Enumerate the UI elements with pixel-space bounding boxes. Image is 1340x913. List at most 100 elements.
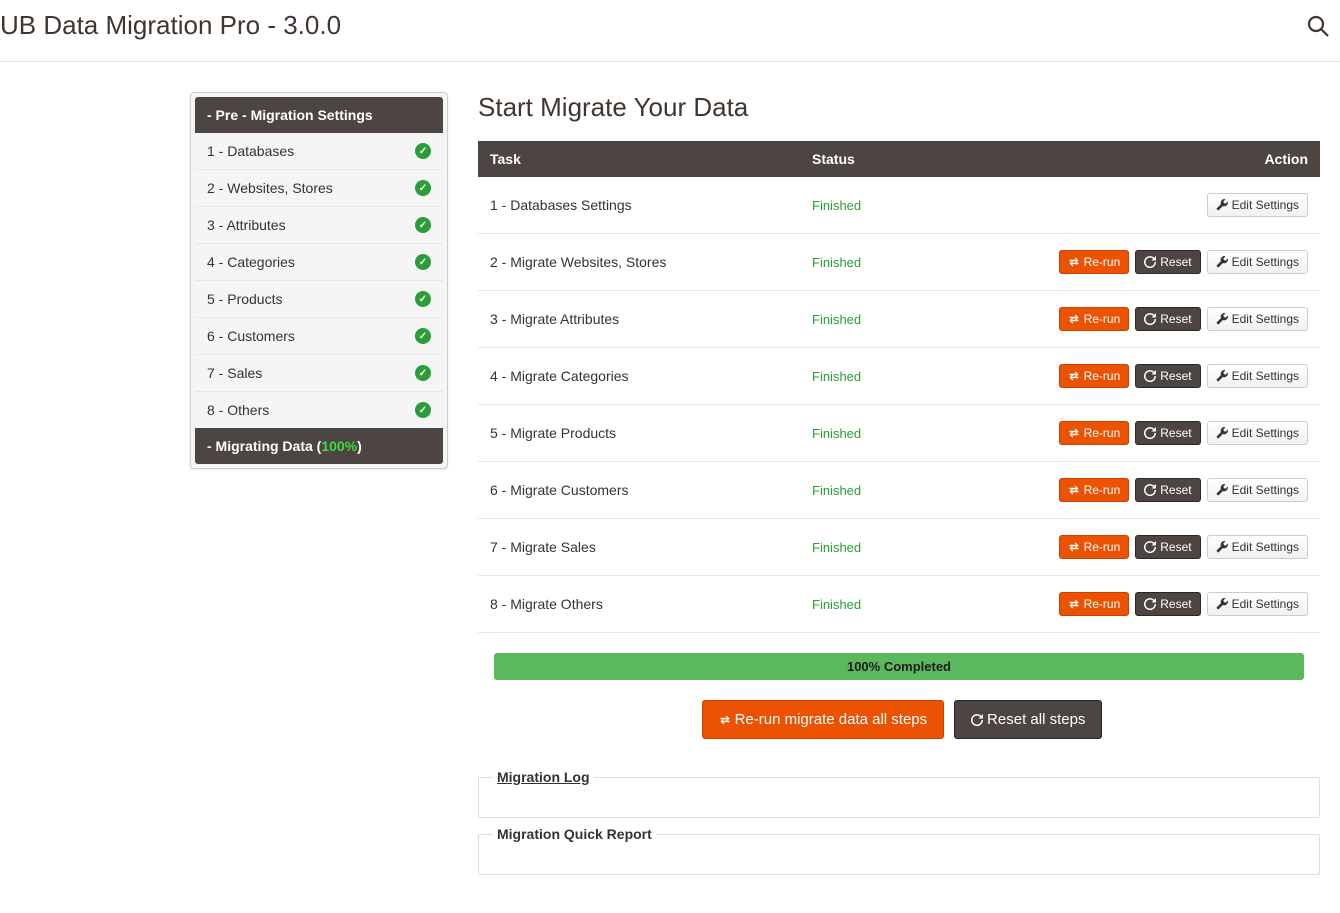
reset-button[interactable]: Reset [1135,421,1200,445]
main-content: Start Migrate Your Data Task Status Acti… [478,92,1340,883]
migration-table: Task Status Action 1 - Databases Setting… [478,141,1320,633]
check-circle-icon [415,254,431,270]
sidebar-box: - Pre - Migration Settings 1 - Databases… [190,92,448,469]
edit-settings-button[interactable]: Edit Settings [1207,250,1308,274]
rerun-button[interactable]: Re-run [1059,307,1130,331]
reset-all-label: Reset all steps [987,711,1085,728]
col-status: Status [800,141,1020,177]
reset-button[interactable]: Reset [1135,364,1200,388]
sidebar-item[interactable]: 3 - Attributes [195,207,443,244]
table-row: 3 - Migrate AttributesFinished Re-runRese… [478,291,1320,348]
rerun-button[interactable]: Re-run [1059,364,1130,388]
rerun-all-button[interactable]: Re-run migrate data all steps [702,700,945,739]
task-status: Finished [800,177,1020,234]
rerun-button[interactable]: Re-run [1059,535,1130,559]
task-actions: Re-run Reset Edit Settings [1020,405,1320,462]
status-label: Finished [812,426,861,441]
sidebar-item[interactable]: 1 - Databases [195,133,443,170]
reset-button[interactable]: Reset [1135,592,1200,616]
sidebar-footer-suffix: ) [357,438,362,454]
sidebar-item[interactable]: 7 - Sales [195,355,443,392]
main-heading: Start Migrate Your Data [478,92,1320,123]
wrench-icon [1216,427,1228,439]
sidebar-header: - Pre - Migration Settings [195,97,443,133]
sidebar-item[interactable]: 8 - Others [195,392,443,428]
refresh-icon [1144,313,1156,325]
migration-log-fieldset: Migration Log [478,769,1320,818]
sidebar-item[interactable]: 2 - Websites, Stores [195,170,443,207]
task-status: Finished [800,291,1020,348]
search-icon[interactable] [1306,14,1330,38]
transfer-icon [1068,370,1080,382]
rerun-label: Re-run [1084,369,1121,383]
edit-settings-button[interactable]: Edit Settings [1207,193,1308,217]
reset-button[interactable]: Reset [1135,250,1200,274]
task-actions: Re-run Reset Edit Settings [1020,348,1320,405]
edit-settings-button[interactable]: Edit Settings [1207,535,1308,559]
task-actions: Re-run Reset Edit Settings [1020,576,1320,633]
refresh-icon [1144,541,1156,553]
edit-settings-button[interactable]: Edit Settings [1207,592,1308,616]
reset-all-button[interactable]: Reset all steps [954,700,1102,739]
reset-button[interactable]: Reset [1135,535,1200,559]
rerun-label: Re-run [1084,540,1121,554]
check-circle-icon [415,143,431,159]
sidebar-item-label: 8 - Others [207,402,269,418]
migration-log-title[interactable]: Migration Log [493,769,594,785]
table-row: 7 - Migrate SalesFinishedRe-runResetEdit… [478,519,1320,576]
rerun-button[interactable]: Re-run [1059,478,1130,502]
rerun-button[interactable]: Re-run [1059,592,1130,616]
sidebar-footer: - Migrating Data (100%) [195,428,443,464]
sidebar-footer-percent: 100% [321,438,357,454]
refresh-icon [1144,370,1156,382]
rerun-all-label: Re-run migrate data all steps [735,711,928,728]
bottom-actions: Re-run migrate data all steps Reset all … [478,700,1320,739]
table-row: 1 - Databases SettingsFinished Edit Setti… [478,177,1320,234]
edit-label: Edit Settings [1232,483,1299,497]
edit-settings-button[interactable]: Edit Settings [1207,478,1308,502]
task-name: 6 - Migrate Customers [478,462,800,519]
reset-label: Reset [1160,483,1191,497]
rerun-label: Re-run [1084,483,1121,497]
edit-settings-button[interactable]: Edit Settings [1207,364,1308,388]
reset-label: Reset [1160,369,1191,383]
rerun-label: Re-run [1084,597,1121,611]
edit-settings-button[interactable]: Edit Settings [1207,421,1308,445]
sidebar-item-label: 7 - Sales [207,365,262,381]
reset-label: Reset [1160,426,1191,440]
rerun-button[interactable]: Re-run [1059,421,1130,445]
check-circle-icon [415,365,431,381]
content-container: - Pre - Migration Settings 1 - Databases… [0,62,1340,913]
task-name: 1 - Databases Settings [478,177,800,234]
task-name: 4 - Migrate Categories [478,348,800,405]
task-name: 3 - Migrate Attributes [478,291,800,348]
status-label: Finished [812,597,861,612]
edit-label: Edit Settings [1232,369,1299,383]
check-circle-icon [415,217,431,233]
sidebar-item-label: 1 - Databases [207,143,294,159]
transfer-icon [1068,313,1080,325]
rerun-button[interactable]: Re-run [1059,250,1130,274]
wrench-icon [1216,199,1228,211]
reset-button[interactable]: Reset [1135,307,1200,331]
refresh-icon [1144,427,1156,439]
task-actions: Re-runReset Edit Settings [1020,234,1320,291]
edit-label: Edit Settings [1232,312,1299,326]
reset-label: Reset [1160,540,1191,554]
wrench-icon [1216,256,1228,268]
page-header: UB Data Migration Pro - 3.0.0 [0,0,1340,62]
table-row: 6 - Migrate CustomersFinished Re-run Reset… [478,462,1320,519]
sidebar-item[interactable]: 5 - Products [195,281,443,318]
sidebar-item-label: 3 - Attributes [207,217,286,233]
migration-report-title: Migration Quick Report [493,826,656,842]
transfer-icon [1068,256,1080,268]
sidebar-item[interactable]: 6 - Customers [195,318,443,355]
reset-button[interactable]: Reset [1135,478,1200,502]
edit-settings-button[interactable]: Edit Settings [1207,307,1308,331]
task-status: Finished [800,462,1020,519]
task-name: 5 - Migrate Products [478,405,800,462]
refresh-icon [1144,598,1156,610]
sidebar-item[interactable]: 4 - Categories [195,244,443,281]
transfer-icon [1068,598,1080,610]
refresh-icon [1144,484,1156,496]
